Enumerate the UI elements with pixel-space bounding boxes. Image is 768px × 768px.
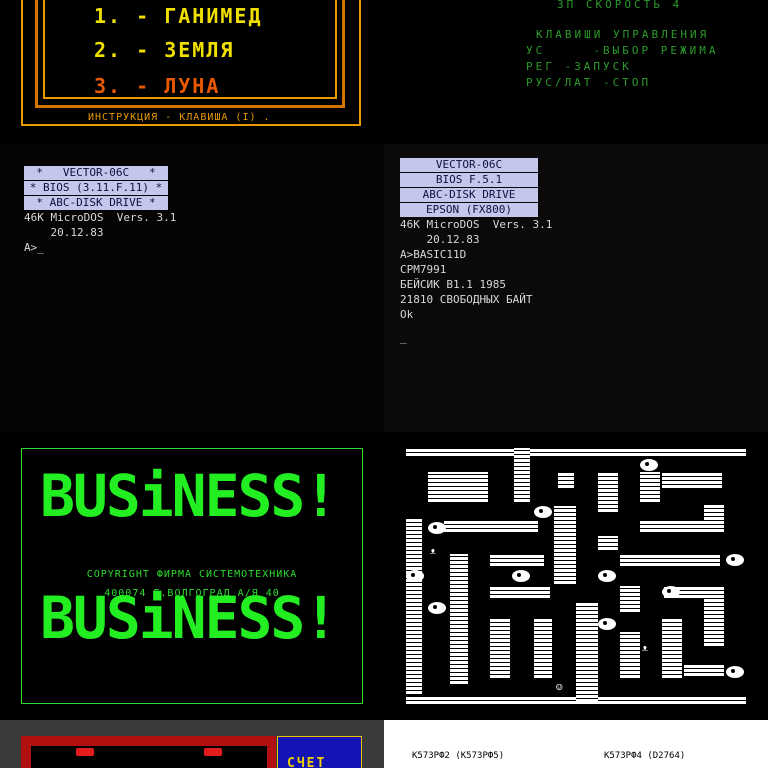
maze-wall (490, 554, 544, 566)
dos-line: 21810 СВОБОДНЫХ БАЙТ (400, 293, 533, 306)
ball-enemy (534, 506, 552, 518)
maze-wall (534, 618, 552, 678)
ball-enemy (662, 586, 680, 598)
dos-line: 46K MicroDOS Vers. 3.1 (24, 211, 177, 224)
maze-wall (406, 448, 746, 456)
dos-line: БЕЙСИК В1.1 1985 (400, 278, 506, 291)
red-block (204, 748, 222, 756)
boot-bar-3: ABC-DISK DRIVE (400, 188, 538, 202)
maze-wall (406, 518, 422, 694)
ball-enemy (726, 554, 744, 566)
title-logo-top: BUSiNESS! (40, 462, 338, 530)
maze-wall (576, 602, 598, 702)
menu-item-3[interactable]: 3. - ЛУНА (94, 74, 220, 98)
dos-line: CPM7991 (400, 263, 447, 276)
copyright-line: COPYRIGHT ФИРМА СИСТЕМОТЕХНИКА (86, 569, 298, 580)
maze-game-screen: ᴥ ᴥ ☺ (384, 432, 768, 720)
maze-wall (620, 632, 640, 678)
dos-line: 46K MicroDOS Vers. 3.1 (400, 218, 553, 231)
maze-wall (620, 586, 640, 612)
maze-wall (490, 618, 510, 678)
cursor[interactable]: _ (400, 330, 407, 345)
ball-enemy (512, 570, 530, 582)
menu-item-1[interactable]: 1. - ГАНИМЕД (94, 4, 263, 28)
control-line-1: УС -ВЫБОР РЕЖИМА (526, 44, 719, 57)
ball-enemy (428, 522, 446, 534)
maze-wall (450, 554, 468, 684)
control-line-2: РЕГ -ЗАПУСК (526, 60, 632, 73)
maze-wall (554, 506, 576, 584)
speed-label: ЗП СКОРОСТЬ 4 (557, 0, 683, 11)
monster-sprite: ᴥ (642, 641, 648, 654)
boot-bar-2: BIOS F.5.1 (400, 173, 538, 187)
maze-wall (662, 618, 682, 678)
maze-wall (620, 554, 720, 566)
maze-wall (598, 536, 618, 550)
maze-wall (514, 448, 530, 502)
chip-label-left: K573РФ2 (K573РФ5) (412, 751, 505, 761)
chip-diagram: K573РФ2 (K573РФ5) K573РФ4 (D2764) (384, 720, 768, 768)
dos-line: 20.12.83 (24, 226, 104, 239)
maze-wall (490, 586, 550, 598)
ball-enemy (640, 459, 658, 471)
boot-bar-1: * VECTOR-06C * (24, 166, 168, 180)
control-line-3: РУС/ЛАТ -СТОП (526, 76, 652, 89)
playfield (31, 746, 267, 768)
maze-wall (704, 586, 724, 646)
ball-enemy (428, 602, 446, 614)
monster-sprite: ᴥ (430, 544, 436, 557)
maze-wall (640, 472, 660, 502)
title-logo-bottom: BUSiNESS! (40, 584, 338, 652)
boot-bar-4: EPSON (FX800) (400, 203, 538, 217)
arcade-game-screen: СЧЕТ (0, 720, 384, 768)
dos-line: 20.12.83 (400, 233, 480, 246)
boot-bar-2: * BIOS (3.11.F.11) * (24, 181, 168, 195)
instruction-hint: ИНСТРУКЦИЯ - КЛАВИША (I) . (88, 112, 271, 123)
ball-enemy (598, 570, 616, 582)
maze-wall (598, 472, 618, 512)
controls-screen: ЗП СКОРОСТЬ 4 КЛАВИШИ УПРАВЛЕНИЯ УС -ВЫБ… (384, 0, 768, 144)
player-sprite: ☺ (556, 681, 563, 694)
business-title-screen: BUSiNESS! COPYRIGHT ФИРМА СИСТЕМОТЕХНИКА… (0, 432, 384, 720)
score-label: СЧЕТ (287, 756, 327, 768)
ball-enemy (726, 666, 744, 678)
menu-item-2[interactable]: 2. - ЗЕМЛЯ (94, 38, 234, 62)
dos-line: A>BASIC11D (400, 248, 467, 261)
command-prompt[interactable]: A>_ (24, 240, 44, 255)
maze-wall (704, 504, 724, 532)
dos-line: Ok (400, 308, 414, 321)
maze-wall (684, 664, 724, 676)
boot-bar-3: * ABC-DISK DRIVE * (24, 196, 168, 210)
controls-title: КЛАВИШИ УПРАВЛЕНИЯ (536, 28, 710, 41)
ball-enemy (406, 570, 424, 582)
boot-bar-1: VECTOR-06C (400, 158, 538, 172)
red-block (76, 748, 94, 756)
maze-wall (428, 472, 488, 502)
game-menu-screen: 1. - ГАНИМЕД 2. - ЗЕМЛЯ 3. - ЛУНА ИНСТРУ… (0, 0, 384, 144)
dos-screen-1: * VECTOR-06C * * BIOS (3.11.F.11) * * AB… (0, 144, 384, 432)
maze-wall (444, 520, 538, 532)
ball-enemy (598, 618, 616, 630)
maze-wall (662, 472, 722, 488)
chip-label-right: K573РФ4 (D2764) (604, 751, 686, 761)
dos-screen-2: VECTOR-06C BIOS F.5.1 ABC-DISK DRIVE EPS… (384, 144, 768, 432)
maze-wall (558, 472, 574, 488)
